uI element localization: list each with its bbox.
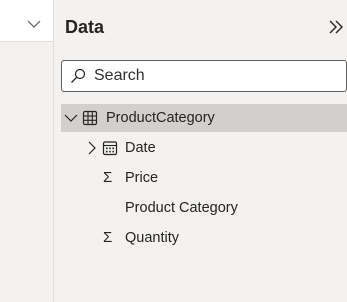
- collapse-pane-icon[interactable]: [327, 18, 345, 36]
- field-label-date: Date: [125, 140, 156, 156]
- chevron-down-icon[interactable]: [63, 110, 79, 126]
- pane-title: Data: [65, 17, 105, 37]
- tree-item-table[interactable]: ProductCategory: [61, 104, 347, 132]
- sigma-icon: Σ: [103, 229, 113, 246]
- field-label-product-category: Product Category: [125, 200, 238, 216]
- table-icon: [82, 110, 98, 126]
- table-name-label: ProductCategory: [106, 110, 215, 126]
- chevron-right-icon[interactable]: [84, 140, 100, 156]
- calendar-icon: [102, 141, 118, 156]
- app-root: Data ProductCategory: [0, 0, 347, 302]
- data-pane: Data ProductCategory: [55, 0, 347, 302]
- left-pane-strip: [0, 0, 54, 302]
- left-pane-dropdown[interactable]: [0, 6, 53, 42]
- search-input[interactable]: [94, 64, 334, 88]
- field-label-price: Price: [125, 170, 159, 186]
- search-box[interactable]: [61, 60, 347, 92]
- search-icon: [71, 68, 86, 83]
- tree-item-product-category[interactable]: Product Category: [61, 194, 347, 222]
- tree-item-quantity[interactable]: Σ Quantity: [61, 224, 347, 252]
- tree-item-price[interactable]: Σ Price: [61, 164, 347, 192]
- field-label-quantity: Quantity: [125, 230, 179, 246]
- chevron-down-icon[interactable]: [26, 16, 42, 32]
- sigma-icon: Σ: [103, 169, 113, 186]
- tree-item-date[interactable]: Date: [61, 134, 347, 162]
